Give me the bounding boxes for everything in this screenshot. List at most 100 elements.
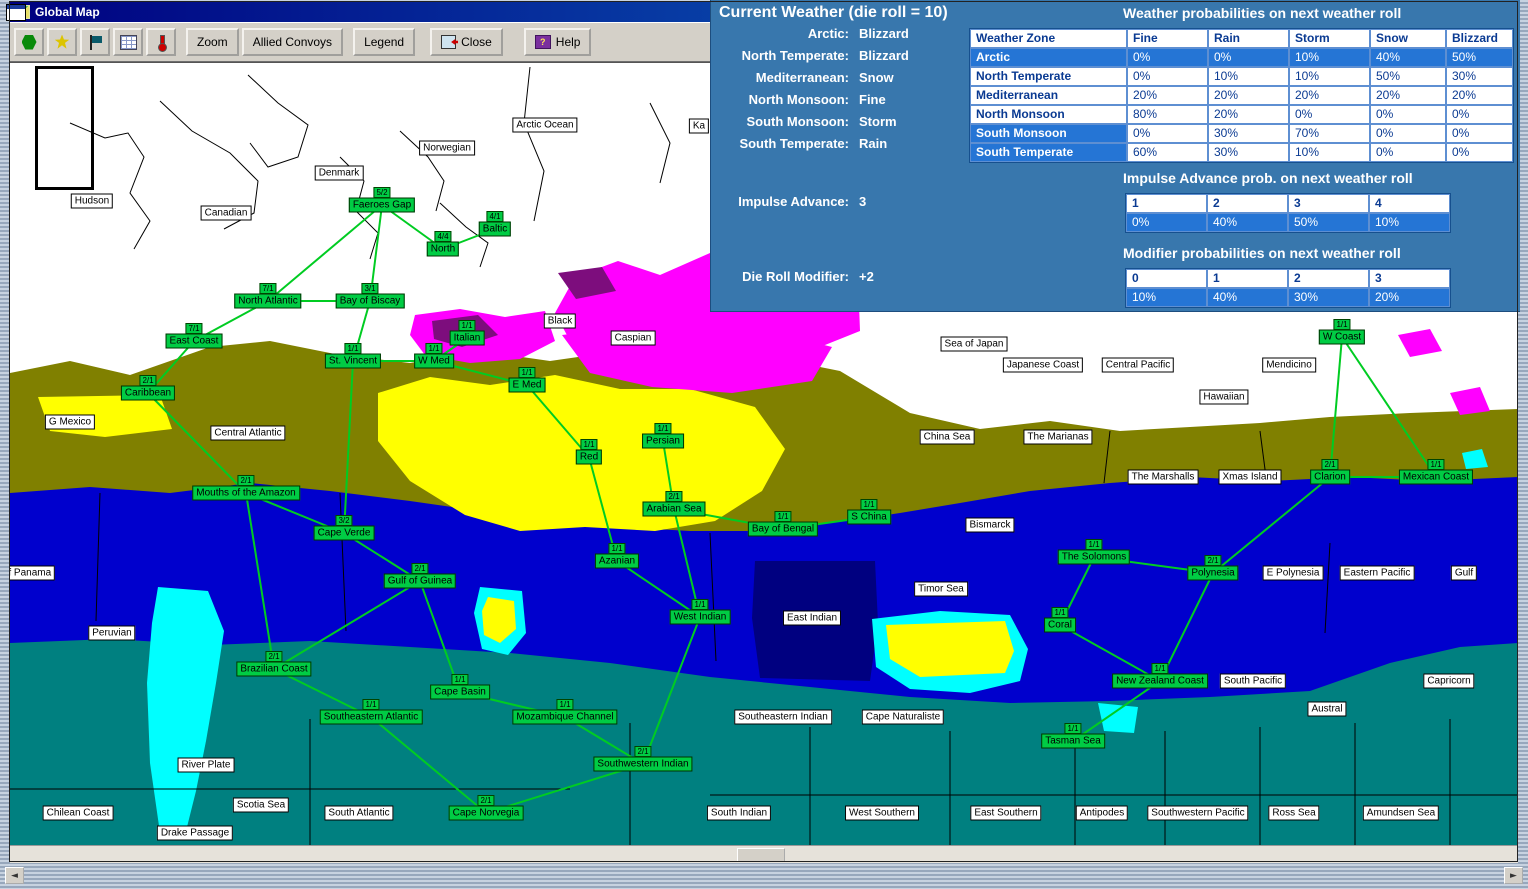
sea-zone-label[interactable]: Ross Sea [1268,805,1320,821]
mini-table-header: 2 [1207,194,1288,213]
sea-zone-label[interactable]: Bismarck [965,517,1015,533]
sea-zone-label[interactable]: Xmas Island [1218,469,1282,485]
convoy-zone-label[interactable]: North Atlantic [234,293,302,309]
weather-button[interactable] [146,28,176,56]
sea-zone-label[interactable]: East Indian [782,610,842,626]
sea-zone-label[interactable]: Arctic Ocean [512,117,578,133]
sea-zone-label[interactable]: Antipodes [1075,805,1129,821]
convoy-zone-label[interactable]: Bay of Bengal [747,521,819,537]
convoy-zone-label[interactable]: Mouths of the Amazon [192,485,300,501]
convoy-zone-label[interactable]: E Med [508,377,546,393]
sea-zone-label[interactable]: Peruvian [88,625,136,641]
sea-zone-label[interactable]: West Southern [845,805,919,821]
convoy-zone-label[interactable]: S China [847,509,891,525]
convoy-zone-label[interactable]: North [426,241,460,257]
sea-zone-label[interactable]: Southeastern Indian [734,709,832,725]
sea-zone-label[interactable]: Capricorn [1423,673,1475,689]
convoy-zone-label[interactable]: Mexican Coast [1398,469,1474,485]
sea-zone-label[interactable]: Norwegian [419,140,475,156]
sea-zone-label[interactable]: Central Pacific [1101,357,1175,373]
convoy-zone-label[interactable]: Caribbean [120,385,176,401]
convoy-zone-label[interactable]: Cape Verde [313,525,375,541]
convoy-zone-label[interactable]: Brazilian Coast [236,661,312,677]
sea-zone-label[interactable]: Ka [688,118,710,134]
zoom-button[interactable]: Zoom [186,28,239,56]
impulse-advance-row: Impulse Advance: 3 [711,190,866,212]
convoy-zone-label[interactable]: Coral [1044,617,1076,633]
sea-zone-label[interactable]: Sea of Japan [940,336,1008,352]
sea-zone-label[interactable]: South Atlantic [324,805,394,821]
sea-zone-label[interactable]: Timor Sea [914,581,968,597]
convoy-zone-label[interactable]: Arabian Sea [642,501,706,517]
current-weather-row: South Monsoon: Storm [711,110,971,132]
close-button[interactable]: Close [430,28,503,56]
convoy-zone-label[interactable]: Persian [642,433,684,449]
help-button[interactable]: Help [523,28,592,56]
sea-zone-label[interactable]: Japanese Coast [1002,357,1084,373]
sea-zone-label[interactable]: Canadian [200,205,252,221]
sea-zone-label[interactable]: Southwestern Pacific [1147,805,1249,821]
convoy-zone-label[interactable]: St. Vincent [324,353,382,369]
convoy-zone-label[interactable]: Mozambique Channel [512,709,618,725]
scroll-left-button[interactable]: ◄ [5,867,24,884]
global-map-window: { "window": { "title": "Global Map" }, "… [0,0,1528,889]
convoy-marker: 4/1 [486,211,504,222]
convoy-zone-label[interactable]: Red [575,449,603,465]
convoy-zone-label[interactable]: New Zealand Coast [1112,673,1208,689]
scrollbar-thumb[interactable] [737,848,785,862]
sea-zone-label[interactable]: Chilean Coast [42,805,114,821]
sea-zone-label[interactable]: The Marshalls [1127,469,1199,485]
convoy-zone-label[interactable]: Southeastern Atlantic [319,709,423,725]
sea-zone-label[interactable]: Mendicino [1262,357,1316,373]
legend-button[interactable]: Legend [353,28,416,56]
sea-zone-label[interactable]: Hawaiian [1199,389,1249,405]
sea-zone-label[interactable]: Drake Passage [156,825,234,841]
production-button[interactable] [47,28,77,56]
convoy-zone-label[interactable]: W Med [414,353,454,369]
convoy-zone-label[interactable]: Bay of Biscay [335,293,405,309]
convoy-zone-label[interactable]: Polynesia [1187,565,1239,581]
convoy-zone-label[interactable]: Gulf of Guinea [383,573,457,589]
sea-zone-label[interactable]: Amundsen Sea [1362,805,1440,821]
allied-convoys-button[interactable]: Allied Convoys [241,28,344,56]
sea-zone-label[interactable]: Eastern Pacific [1339,565,1415,581]
sea-zone-label[interactable]: Caspian [610,330,656,346]
sea-zone-label[interactable]: E Polynesia [1262,565,1324,581]
sea-zone-label[interactable]: Austral [1307,701,1347,717]
convoy-zone-label[interactable]: Cape Basin [430,684,490,700]
convoy-zone-label[interactable]: Italian [449,330,485,346]
convoy-zone-label[interactable]: Baltic [478,221,512,237]
sea-zone-label[interactable]: Gulf [1450,565,1478,581]
flag-button[interactable] [80,28,110,56]
convoy-zone-label[interactable]: East Coast [165,333,223,349]
convoy-zone-label[interactable]: Southwestern Indian [593,756,693,772]
mini-table-value: 40% [1207,213,1288,232]
convoy-zone-label[interactable]: Tasman Sea [1041,733,1105,749]
sea-zone-label[interactable]: Central Atlantic [210,425,286,441]
convoy-zone-label[interactable]: Cape Norvegia [448,805,524,821]
units-grid-button[interactable] [113,28,143,56]
sea-zone-label[interactable]: China Sea [919,429,975,445]
horizontal-scrollbar[interactable] [10,845,1518,863]
sea-zone-label[interactable]: Black [543,313,577,329]
convoy-zone-label[interactable]: Faeroes Gap [348,197,416,213]
sea-zone-label[interactable]: Denmark [314,165,364,181]
sea-zone-label[interactable]: East Southern [970,805,1042,821]
map-display-button[interactable] [14,28,44,56]
sea-zone-label[interactable]: Hudson [70,193,114,209]
scroll-right-button[interactable]: ► [1504,867,1523,884]
sea-zone-label[interactable]: G Mexico [44,414,96,430]
mini-table-value: 0% [1126,213,1207,232]
convoy-zone-label[interactable]: Clarion [1310,469,1350,485]
sea-zone-label[interactable]: The Marianas [1023,429,1093,445]
sea-zone-label[interactable]: River Plate [177,757,235,773]
convoy-zone-label[interactable]: The Solomons [1057,549,1131,565]
convoy-zone-label[interactable]: W Coast [1318,329,1366,345]
sea-zone-label[interactable]: South Indian [706,805,772,821]
sea-zone-label[interactable]: Scotia Sea [232,797,290,813]
sea-zone-label[interactable]: of Panama [10,565,56,581]
convoy-zone-label[interactable]: Azanian [594,553,640,569]
convoy-zone-label[interactable]: West Indian [669,609,731,625]
sea-zone-label[interactable]: South Pacific [1219,673,1287,689]
sea-zone-label[interactable]: Cape Naturaliste [861,709,945,725]
